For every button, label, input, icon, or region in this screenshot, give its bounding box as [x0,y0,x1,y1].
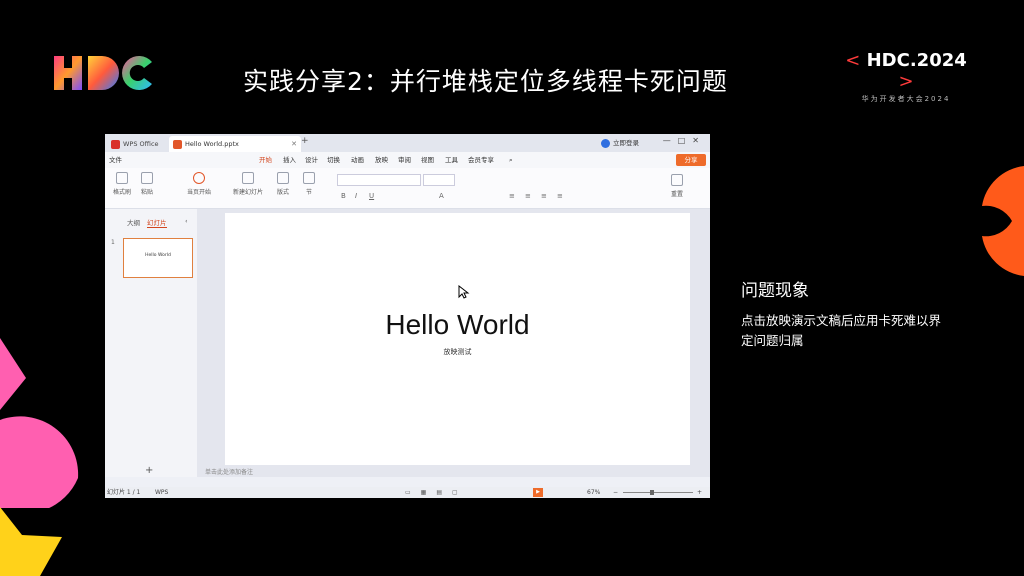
align-right-icon[interactable]: ≡ [541,192,547,200]
paste-button[interactable]: 粘贴 [141,172,153,196]
menu-slideshow[interactable]: 放映 [375,152,388,168]
tab-wps-label: WPS Office [123,140,159,148]
yellow-decoration-icon [0,507,62,576]
layout-button[interactable]: 版式 [277,172,289,196]
slide-panel: 大纲 幻灯片 ‹ 1 Hello World + [105,209,198,477]
section-icon [303,172,315,184]
slide-heading[interactable]: Hello World [225,309,690,341]
tab-document-label: Hello World.pptx [185,140,239,148]
thumbnail-number: 1 [111,239,115,246]
zoom-slider[interactable] [623,492,693,493]
slide-thumbnail[interactable]: Hello World [123,238,193,278]
menu-review[interactable]: 审阅 [398,152,411,168]
phenomenon-heading: 问题现象 [741,281,809,301]
font-name-input[interactable] [337,174,421,186]
badge-subtitle: 华为开发者大会2024 [861,95,951,103]
collapse-panel-icon[interactable]: ‹ [185,217,188,225]
ppt-icon [173,139,182,149]
badge-left-bracket: < [845,50,861,71]
font-size-input[interactable] [423,174,455,186]
layout-icon [277,172,289,184]
paste-label: 粘贴 [141,189,154,196]
mouse-cursor-icon [458,285,470,299]
hdc-badge: < HDC.2024 > 华为开发者大会2024 [838,50,974,104]
thumbnail-text: Hello World [145,253,171,258]
tab-document[interactable]: Hello World.pptx ✕ [169,136,301,152]
menu-view[interactable]: 视图 [421,152,434,168]
format-painter-label: 格式刷 [113,189,132,196]
share-button[interactable]: 分享 [676,154,706,166]
align-left-icon[interactable]: ≡ [509,192,515,200]
window-controls[interactable]: —□✕ [663,136,706,145]
section-button[interactable]: 节 [303,172,315,196]
pink-decoration-icon [0,338,79,508]
reset-icon [671,174,683,186]
login-label: 立即登录 [613,139,639,147]
menu-member[interactable]: 会员专享 [468,152,494,168]
menu-design[interactable]: 设计 [305,152,318,168]
slide-title: 实践分享2：并行堆栈定位多线程卡死问题 [243,67,728,96]
notes-placeholder[interactable]: 单击此处添加备注 [197,467,710,479]
slide-subtitle[interactable]: 放映测试 [225,347,690,357]
menu-insert[interactable]: 插入 [283,152,296,168]
tab-slides[interactable]: 幻灯片 [147,217,167,228]
zoom-in-icon[interactable]: + [697,487,702,498]
zoom-slider-handle[interactable] [650,490,654,495]
menu-tools[interactable]: 工具 [445,152,458,168]
new-slide-button[interactable]: 新建幻灯片 [233,172,263,196]
ribbon: 格式刷 粘贴 当页开始 新建幻灯片 版式 节 B I U A ≡ ≡ ≡ ≡ 重… [105,168,710,209]
layout-label: 版式 [277,189,290,196]
reset-label: 重置 [671,191,684,198]
menu-file[interactable]: 文件 [109,152,122,168]
align-center-icon[interactable]: ≡ [525,192,531,200]
menu-bar: 文件 开始 插入 设计 切换 动画 放映 审阅 视图 工具 会员专享 ⌕ 分享 [105,152,710,169]
menu-home[interactable]: 开始 [259,152,272,169]
new-slide-icon [242,172,254,184]
italic-icon[interactable]: I [355,192,357,200]
tab-bar: WPS Office Hello World.pptx ✕ + 立即登录 —□✕ [105,134,710,152]
phenomenon-description: 点击放映演示文稿后应用卡死难以界定问题归属 [741,313,942,348]
slide-count: 幻灯片 1 / 1 [107,489,141,496]
status-bar: 幻灯片 1 / 1 WPS ▭▦▤▢ ▶ 67% − + [105,487,710,498]
menu-transition[interactable]: 切换 [327,152,340,168]
reset-button[interactable]: 重置 [671,174,683,198]
format-painter-icon [116,172,128,184]
zoom-level: 67% [587,489,601,496]
paste-icon [141,172,153,184]
slide[interactable]: Hello World 放映测试 [225,213,690,465]
play-icon [193,172,205,184]
search-icon[interactable]: ⌕ [509,152,513,168]
section-label: 节 [305,189,312,196]
play-current-label: 当页开始 [187,189,212,196]
close-icon[interactable]: ✕ [291,136,297,152]
hdc-badge-main: < HDC.2024 > [838,50,974,92]
login-button[interactable]: 立即登录 [601,137,639,148]
badge-text: HDC.2024 [866,50,967,71]
user-icon [601,138,610,148]
menu-animation[interactable]: 动画 [351,152,364,168]
format-painter-button[interactable]: 格式刷 [113,172,131,196]
tab-outline[interactable]: 大纲 [127,217,140,227]
status-app: WPS [155,489,169,496]
slide-canvas: Hello World 放映测试 [197,209,710,477]
view-mode-icons[interactable]: ▭▦▤▢ [405,487,468,498]
badge-right-bracket: > [898,71,914,92]
slideshow-play-icon[interactable]: ▶ [533,488,543,497]
bold-icon[interactable]: B [341,192,346,200]
justify-icon[interactable]: ≡ [557,192,563,200]
play-current-button[interactable]: 当页开始 [187,172,211,196]
orange-decoration-icon [982,166,1024,276]
font-color-icon[interactable]: A [439,192,444,200]
add-tab-icon[interactable]: + [301,136,309,146]
wps-icon [111,139,120,149]
underline-icon[interactable]: U [369,192,374,200]
tab-wps-office[interactable]: WPS Office [107,136,173,152]
zoom-out-icon[interactable]: − [613,487,618,498]
wps-window: WPS Office Hello World.pptx ✕ + 立即登录 —□✕… [105,134,710,498]
add-slide-icon[interactable]: + [145,465,153,476]
hdc-logo-icon [54,56,152,90]
new-slide-label: 新建幻灯片 [233,189,264,196]
